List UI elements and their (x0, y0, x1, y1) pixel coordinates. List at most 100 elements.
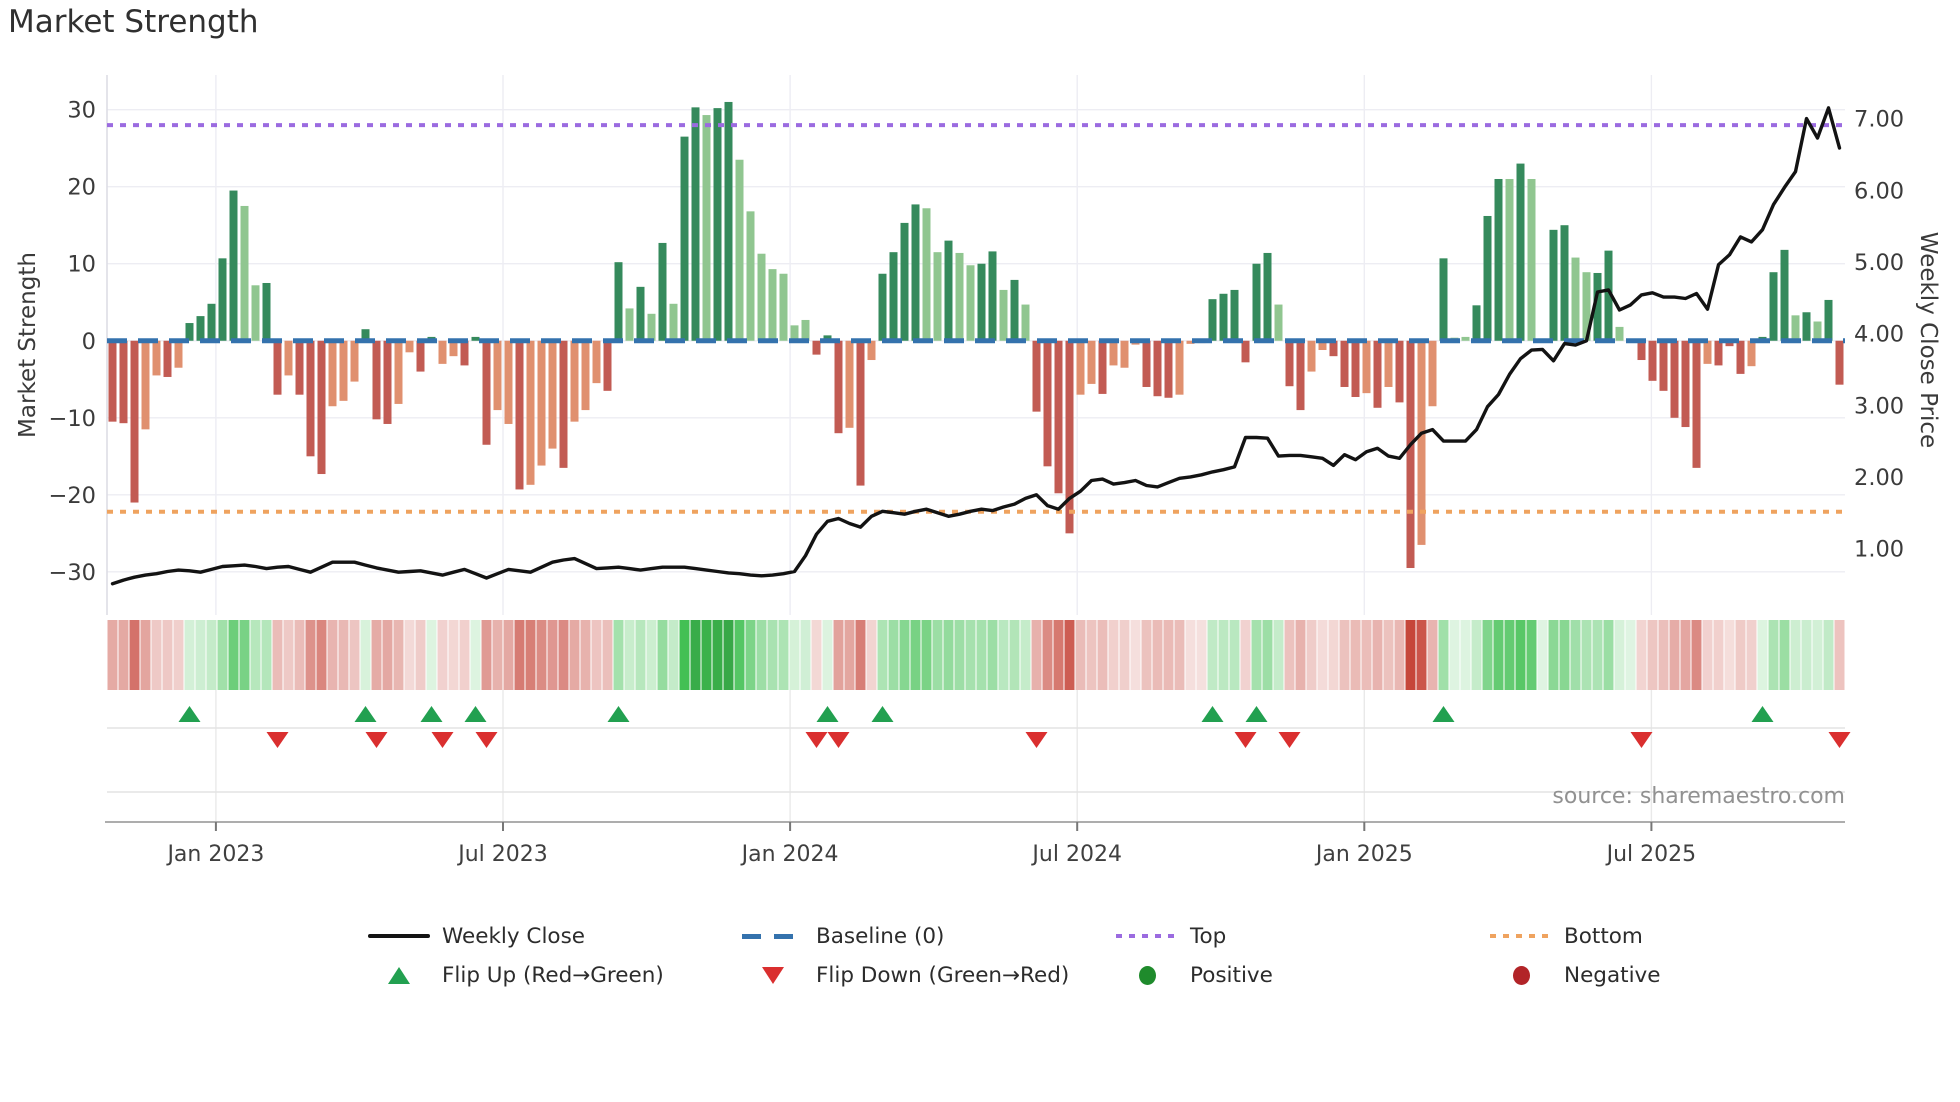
left-tick-label: −20 (49, 483, 96, 509)
strength-bar (702, 115, 711, 341)
heatmap-cell (1185, 620, 1196, 690)
strength-bar (933, 252, 942, 341)
strength-bar (1054, 340, 1063, 494)
heatmap-cell (503, 620, 514, 690)
heatmap-cell (239, 620, 250, 690)
strength-bar (1285, 340, 1294, 387)
heatmap-cell (1713, 620, 1724, 690)
strength-bar (867, 340, 876, 361)
legend-item-bottom: Bottom (1490, 921, 1661, 951)
strength-bar (735, 159, 744, 341)
strength-bar (141, 340, 150, 430)
heatmap-cell (1526, 620, 1537, 690)
strength-bar (218, 258, 227, 341)
heatmap-cell (1053, 620, 1064, 690)
flip-down-marker (827, 732, 850, 748)
heatmap-cell (1119, 620, 1130, 690)
heatmap-cell (140, 620, 151, 690)
heatmap-cell (415, 620, 426, 690)
strength-bar (669, 303, 678, 341)
strength-bar (592, 340, 601, 384)
strength-bar (1615, 326, 1624, 341)
x-tick-label: Jul 2023 (456, 842, 548, 867)
heatmap-cell (1735, 620, 1746, 690)
heatmap-cell (151, 620, 162, 690)
heatmap-cell (1537, 620, 1548, 690)
heatmap-cell (206, 620, 217, 690)
strength-bar (196, 316, 205, 341)
heatmap-cell (1207, 620, 1218, 690)
heatmap-cell (954, 620, 965, 690)
strength-bar (603, 340, 612, 391)
strength-bar (757, 253, 766, 341)
left-tick-label: 30 (67, 98, 96, 124)
strength-bar (383, 340, 392, 424)
right-tick-label: 4.00 (1854, 322, 1904, 348)
strength-bar (801, 319, 810, 341)
legend-item-baseline: Baseline (0) (742, 921, 1116, 951)
heatmap-cell (899, 620, 910, 690)
heatmap-cell (657, 620, 668, 690)
x-tick-label: Jul 2024 (1030, 842, 1122, 867)
strength-bar (636, 286, 645, 341)
strength-bar (955, 252, 964, 341)
strength-bar (273, 340, 282, 395)
heatmap-cell (756, 620, 767, 690)
strength-bar (119, 340, 128, 424)
heatmap-cell (1196, 620, 1207, 690)
heatmap-cell (514, 620, 525, 690)
heatmap-cell (1669, 620, 1680, 690)
strength-bar (900, 222, 909, 341)
right-tick-label: 2.00 (1854, 465, 1904, 491)
strength-bar (1571, 257, 1580, 341)
heatmap-cell (1009, 620, 1020, 690)
heatmap-cell (349, 620, 360, 690)
strength-bar (372, 340, 381, 420)
heatmap-cell (1273, 620, 1284, 690)
strength-bar (504, 340, 513, 424)
strength-bar (1351, 340, 1360, 397)
green-circle-icon (1116, 964, 1178, 986)
flip-up-marker (1432, 706, 1455, 722)
strength-bars (108, 101, 1844, 569)
heatmap-cell (1482, 620, 1493, 690)
heatmap-cell (1262, 620, 1273, 690)
strength-bar (1780, 249, 1789, 341)
strength-bar (1681, 340, 1690, 428)
left-tick-label: 0 (82, 329, 96, 355)
strength-bar (251, 285, 260, 341)
heatmap-cell (965, 620, 976, 690)
heatmap-cell (1339, 620, 1350, 690)
heatmap-cell (1724, 620, 1735, 690)
strength-bar (174, 340, 183, 368)
left-tick-label: 20 (67, 175, 96, 201)
strength-bar (724, 101, 733, 341)
heatmap-cell (800, 620, 811, 690)
flip-down-marker (266, 732, 289, 748)
strength-bar (1417, 340, 1426, 545)
strength-bar (1263, 252, 1272, 341)
strength-bar (1637, 340, 1646, 361)
heatmap-cell (316, 620, 327, 690)
heatmap-cell (998, 620, 1009, 690)
heatmap-cell (162, 620, 173, 690)
heatmap-cell (1548, 620, 1559, 690)
heatmap-cell (184, 620, 195, 690)
heatmap-cell (1306, 620, 1317, 690)
heatmap-cell (1790, 620, 1801, 690)
heatmap-cell (1592, 620, 1603, 690)
heatmap-cell (437, 620, 448, 690)
heatmap-cell (393, 620, 404, 690)
heatmap-cell (382, 620, 393, 690)
strength-bar (1252, 263, 1261, 341)
heatmap-cell (712, 620, 723, 690)
strength-bar (130, 340, 139, 503)
strength-bar (1813, 321, 1822, 341)
x-tick-label: Jul 2025 (1605, 842, 1697, 867)
flip-up-marker (464, 706, 487, 722)
strength-bar (1747, 340, 1756, 367)
strength-bar (1670, 340, 1679, 418)
strength-bar (108, 340, 117, 422)
strength-bar (1527, 178, 1536, 341)
heatmap-cell (1295, 620, 1306, 690)
